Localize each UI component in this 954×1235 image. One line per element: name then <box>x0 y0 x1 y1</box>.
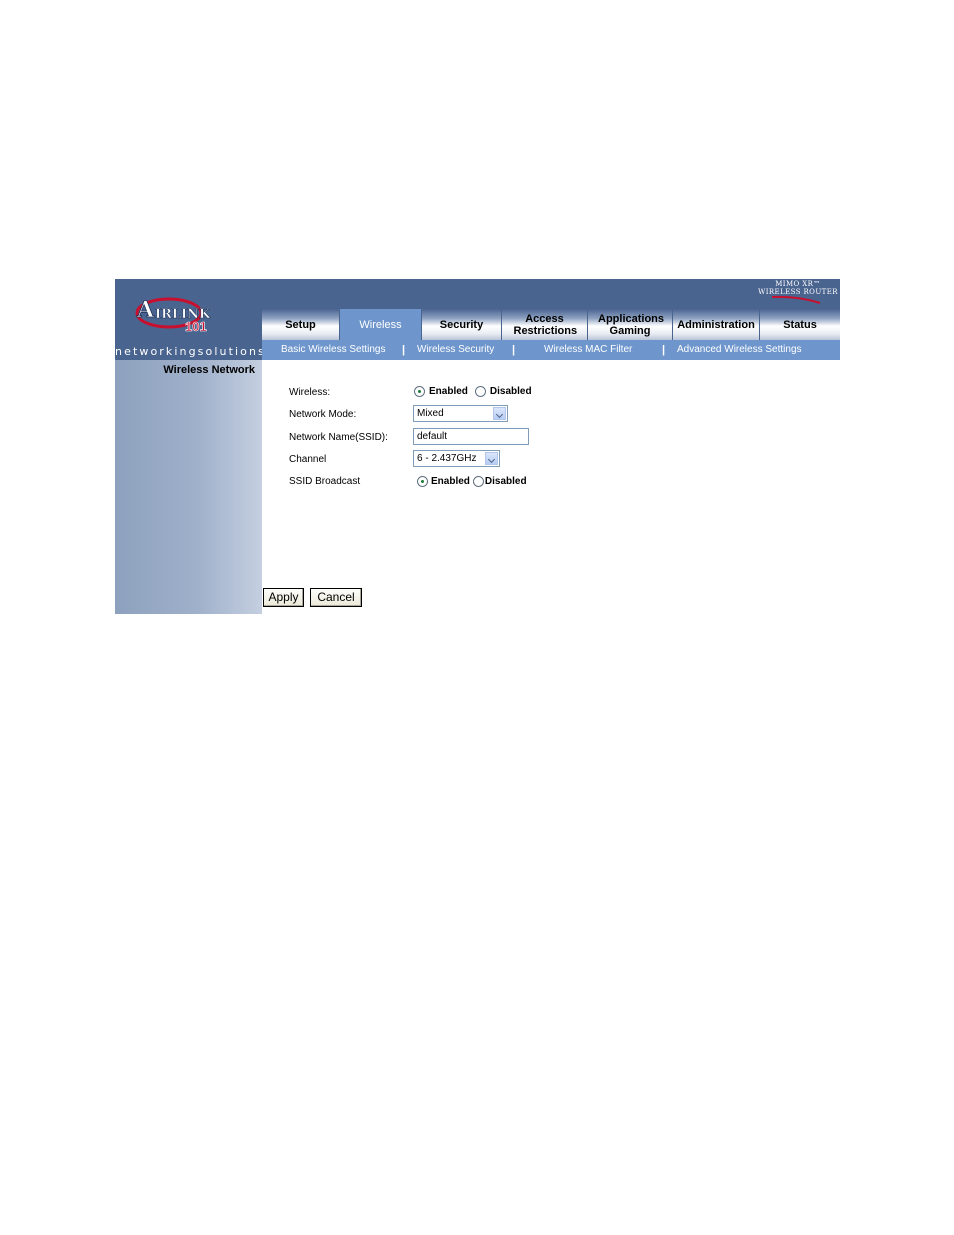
logo-number: 101 <box>185 319 207 334</box>
ssid-broadcast-disabled-option[interactable]: Disabled <box>472 476 527 487</box>
wireless-enabled-radio[interactable] <box>414 386 425 397</box>
ssid-broadcast-enabled-radio[interactable] <box>417 476 428 487</box>
subnav-wireless-security[interactable]: Wireless Security <box>417 340 494 360</box>
swoosh-icon <box>771 295 821 304</box>
router-admin-page: A IRLINK 101 networkingsolutions MIMO XR… <box>115 279 840 614</box>
chevron-down-icon[interactable] <box>485 452 498 465</box>
wireless-enabled-label: Enabled <box>429 386 468 397</box>
ssid-broadcast-label: SSID Broadcast <box>289 476 361 487</box>
tab-setup[interactable]: Setup <box>262 309 340 340</box>
logo-tagline: networkingsolutions <box>115 345 266 358</box>
sub-navigation: Basic Wireless Settings | Wireless Secur… <box>262 340 840 360</box>
ssid-broadcast-disabled-label: Disabled <box>484 476 527 487</box>
sidebar-title: Wireless Network <box>163 364 255 376</box>
network-mode-value: Mixed <box>417 408 444 419</box>
tab-applications-gaming[interactable]: Applications Gaming <box>588 309 673 340</box>
wireless-enabled-option[interactable]: Enabled <box>414 386 468 397</box>
tab-access-restrictions[interactable]: Access Restrictions <box>502 309 588 340</box>
tab-administration[interactable]: Administration <box>673 309 760 340</box>
chevron-down-icon[interactable] <box>493 407 506 420</box>
wireless-disabled-radio[interactable] <box>474 386 486 397</box>
logo-letter-a: A <box>136 297 155 323</box>
wireless-disabled-option[interactable]: Disabled <box>474 386 532 397</box>
subnav-separator: | <box>402 344 406 356</box>
sidebar: Wireless Network <box>115 360 262 614</box>
main-content: Wireless: Enabled Disabled Network Mode:… <box>262 360 840 614</box>
ssid-broadcast-enabled-label: Enabled <box>431 476 470 487</box>
product-badge: MIMO XR™ WIRELESS ROUTER <box>758 280 838 306</box>
network-mode-label: Network Mode: <box>289 409 357 420</box>
channel-label: Channel <box>289 454 327 465</box>
tab-status[interactable]: Status <box>760 309 840 340</box>
tab-security[interactable]: Security <box>422 309 502 340</box>
wireless-label: Wireless: <box>289 387 331 398</box>
product-line1: MIMO XR™ <box>775 280 821 288</box>
apply-button[interactable]: Apply <box>263 588 304 607</box>
channel-value: 6 - 2.437GHz <box>417 453 477 464</box>
subnav-basic-wireless-settings[interactable]: Basic Wireless Settings <box>281 340 385 360</box>
ssid-broadcast-enabled-option[interactable]: Enabled <box>417 476 470 487</box>
ssid-label: Network Name(SSID): <box>289 432 388 443</box>
wireless-radio-group: Enabled Disabled <box>414 386 532 397</box>
wireless-disabled-label: Disabled <box>489 386 532 397</box>
ssid-broadcast-disabled-radio[interactable] <box>472 476 484 487</box>
logo-area: A IRLINK 101 networkingsolutions <box>115 279 266 360</box>
cancel-button[interactable]: Cancel <box>310 588 362 607</box>
ssid-value: default <box>417 431 448 442</box>
subnav-wireless-mac-filter[interactable]: Wireless MAC Filter <box>544 340 632 360</box>
subnav-separator: | <box>512 344 516 356</box>
network-mode-select[interactable]: Mixed <box>413 405 508 422</box>
subnav-advanced-wireless-settings[interactable]: Advanced Wireless Settings <box>677 340 802 360</box>
airlink-logo: A IRLINK 101 <box>135 297 211 334</box>
subnav-separator: | <box>662 344 666 356</box>
main-tabs: Setup Wireless Security Access Restricti… <box>262 309 840 340</box>
tab-wireless[interactable]: Wireless <box>340 309 422 340</box>
channel-select[interactable]: 6 - 2.437GHz <box>413 450 500 467</box>
ssid-broadcast-radio-group: Enabled Disabled <box>417 476 527 487</box>
ssid-input[interactable]: default <box>413 428 529 445</box>
